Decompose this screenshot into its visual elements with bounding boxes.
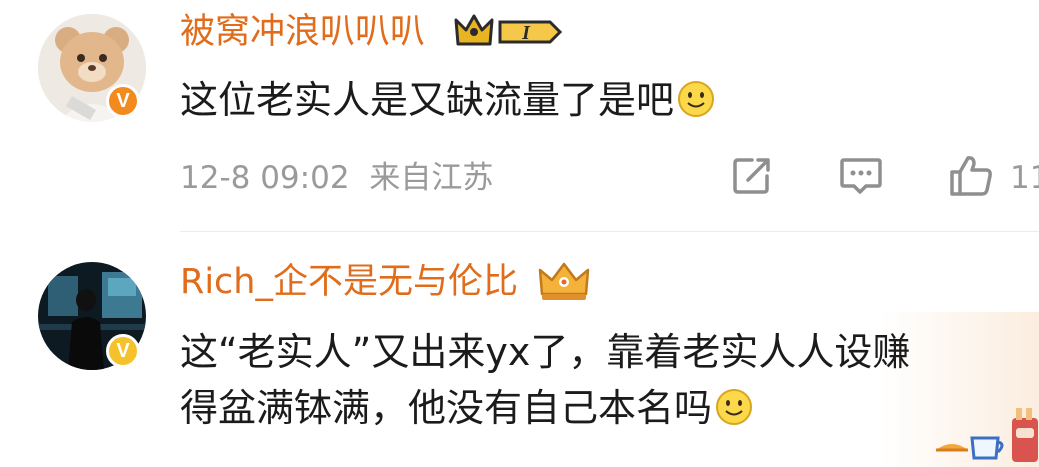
fan-level-badge[interactable]: I <box>452 10 564 58</box>
breakfast-sticker-icon <box>932 398 1039 467</box>
verified-badge: V <box>106 334 140 368</box>
comment-meta: 12-8 09:02 来自江苏 <box>180 158 493 198</box>
like-icon[interactable] <box>948 152 994 202</box>
username[interactable]: Rich_企不是无与伦比 <box>180 262 518 302</box>
comment-item: V 被窝冲浪叭叭叭 I 这位老实人是又缺流量了是吧 12-8 09:02 来自江… <box>0 0 1039 232</box>
level-text: I <box>521 22 531 44</box>
comment-text-line: 得盆满钵满，他没有自己本名吗 <box>180 386 713 430</box>
comment-text: 这“老实人”又出来yx了，靠着老实人人设赚 得盆满钵满，他没有自己本名吗 <box>180 324 1020 442</box>
crown-badge-icon[interactable] <box>536 258 592 308</box>
comment-icon[interactable] <box>838 154 884 202</box>
comment-text-line: 这“老实人”又出来yx了，靠着老实人人设赚 <box>180 330 911 374</box>
like-count: 11 <box>1010 160 1039 196</box>
comment-item: V Rich_企不是无与伦比 这“老实人”又出来yx了，靠着老实人人设赚 得盆满… <box>0 232 1039 467</box>
comment-text: 这位老实人是又缺流量了是吧 <box>180 72 716 134</box>
username[interactable]: 被窝冲浪叭叭叭 <box>180 12 425 52</box>
comment-date: 12-8 09:02 <box>180 160 350 196</box>
smile-emoji-icon <box>676 78 716 134</box>
share-icon[interactable] <box>730 154 774 202</box>
smile-emoji-icon <box>714 386 754 442</box>
comment-location: 来自江苏 <box>369 160 494 196</box>
verified-badge: V <box>106 84 140 118</box>
